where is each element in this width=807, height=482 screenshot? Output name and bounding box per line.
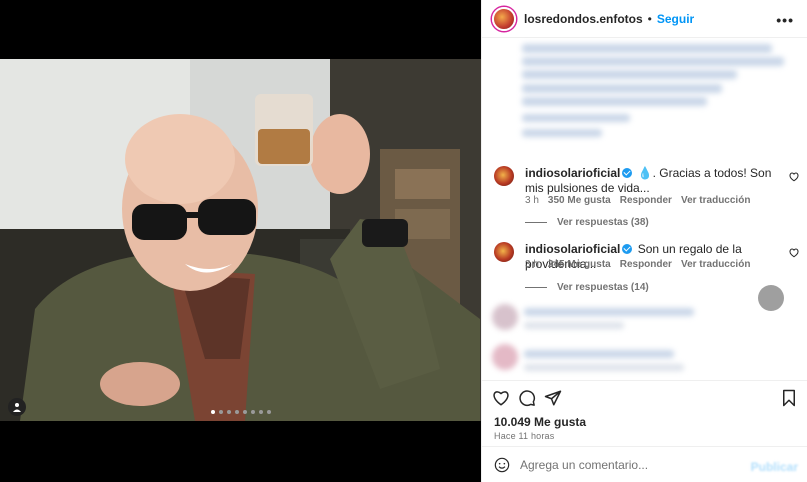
comment-username[interactable]: indiosolarioficial xyxy=(525,242,620,256)
translate-button[interactable]: Ver traducción xyxy=(681,259,750,270)
author-username[interactable]: losredondos.enfotos xyxy=(524,12,643,26)
author-avatar[interactable] xyxy=(492,6,516,31)
comment-meta: 3 h 245 Me gusta Responder Ver traducció… xyxy=(525,259,750,270)
post-timestamp: Hace 11 horas xyxy=(494,431,555,441)
comment-text: indiosolarioficial 💧. Gracias a todos! S… xyxy=(525,166,775,196)
like-comment-heart-icon[interactable] xyxy=(789,172,799,182)
post-side-panel: losredondos.enfotos • Seguir ••• indioso… xyxy=(481,0,807,482)
like-comment-heart-icon[interactable] xyxy=(789,248,799,258)
comment-avatar[interactable] xyxy=(494,242,514,262)
comment-likes[interactable]: 350 Me gusta xyxy=(548,195,611,206)
instagram-post-modal: losredondos.enfotos • Seguir ••• indioso… xyxy=(0,0,807,482)
carousel-dot xyxy=(259,410,263,414)
tagged-user-icon[interactable] xyxy=(8,398,26,416)
emoji-icon[interactable] xyxy=(494,457,510,473)
replies-line xyxy=(525,287,547,288)
comment-username[interactable]: indiosolarioficial xyxy=(525,166,620,180)
share-icon[interactable] xyxy=(544,389,562,407)
add-comment-bar: Publicar xyxy=(482,446,807,482)
post-action-bar xyxy=(482,380,807,412)
comment-icon[interactable] xyxy=(518,389,536,407)
carousel-indicator xyxy=(211,410,271,414)
view-replies-button[interactable]: Ver respuestas (14) xyxy=(525,282,649,293)
verified-badge-icon xyxy=(622,168,633,178)
comment-input[interactable] xyxy=(520,455,750,475)
publish-button[interactable]: Publicar xyxy=(751,460,798,474)
comment-time: 3 h xyxy=(525,259,539,270)
comment-time: 3 h xyxy=(525,195,539,206)
post-photo[interactable] xyxy=(0,59,481,421)
view-replies-button[interactable]: Ver respuestas (38) xyxy=(525,217,649,228)
comment-likes[interactable]: 245 Me gusta xyxy=(548,259,611,270)
post-header: losredondos.enfotos • Seguir ••• xyxy=(482,0,807,38)
view-replies-label[interactable]: Ver respuestas (38) xyxy=(557,217,649,228)
carousel-dot xyxy=(211,410,215,414)
carousel-dot xyxy=(235,410,239,414)
carousel-dot xyxy=(267,410,271,414)
carousel-dot xyxy=(243,410,247,414)
carousel-dot xyxy=(251,410,255,414)
carousel-dot xyxy=(219,410,223,414)
photo-illustration xyxy=(0,59,481,421)
follow-button[interactable]: Seguir xyxy=(657,12,694,26)
comment-meta: 3 h 350 Me gusta Responder Ver traducció… xyxy=(525,195,750,206)
view-replies-label[interactable]: Ver respuestas (14) xyxy=(557,282,649,293)
carousel-dot xyxy=(227,410,231,414)
likes-count[interactable]: 10.049 Me gusta xyxy=(494,415,586,429)
post-media[interactable] xyxy=(0,0,481,482)
translate-button[interactable]: Ver traducción xyxy=(681,195,750,206)
reply-button[interactable]: Responder xyxy=(620,195,672,206)
verified-badge-icon xyxy=(622,244,633,254)
header-separator: • xyxy=(647,11,652,26)
reply-button[interactable]: Responder xyxy=(620,259,672,270)
more-horizontal-icon[interactable]: ••• xyxy=(776,12,794,28)
comment-avatar[interactable] xyxy=(494,166,514,186)
bookmark-icon[interactable] xyxy=(780,389,798,407)
floating-cursor-indicator xyxy=(758,285,784,311)
heart-icon[interactable] xyxy=(492,389,510,407)
replies-line xyxy=(525,222,547,223)
